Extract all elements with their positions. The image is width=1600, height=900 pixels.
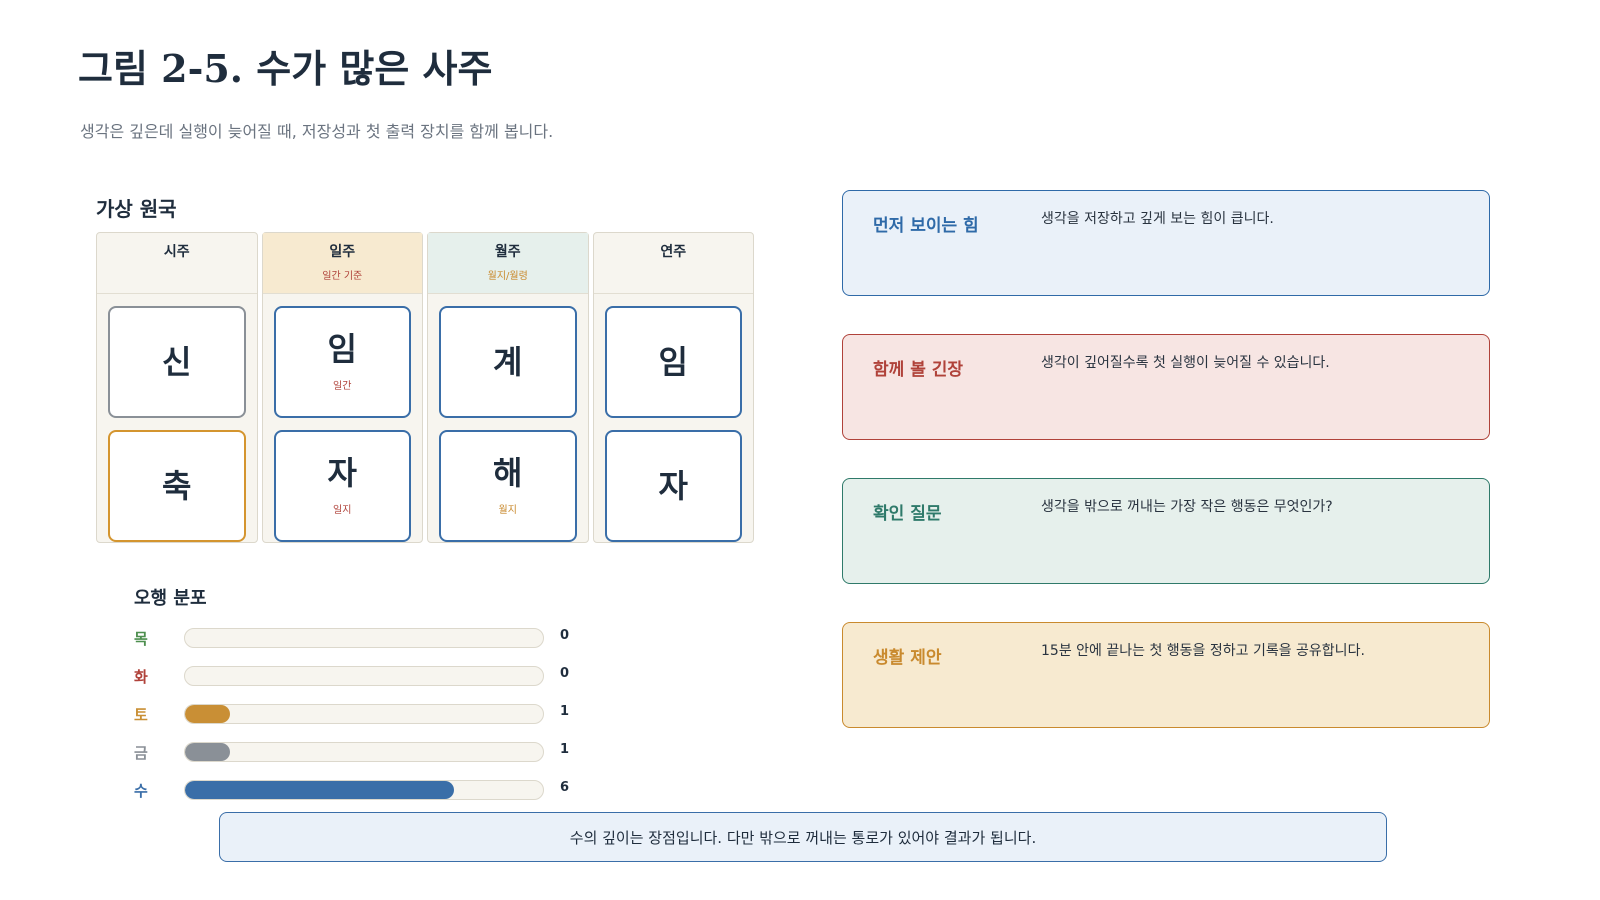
card-question: 확인 질문 생각을 밖으로 꺼내는 가장 작은 행동은 무엇인가? [842, 478, 1490, 584]
stem-cell: 신 [108, 306, 246, 418]
card-label: 확인 질문 [873, 504, 942, 524]
footnote-box: 수의 깊이는 장점입니다. 다만 밖으로 꺼내는 통로가 있어야 결과가 됩니다… [219, 812, 1387, 862]
element-value: 0 [560, 628, 570, 643]
element-row-water: 수 6 [130, 778, 590, 802]
element-value: 1 [560, 704, 570, 719]
element-row-metal: 금 1 [130, 740, 590, 764]
card-text: 15분 안에 끝나는 첫 행동을 정하고 기록을 공유합니다. [1041, 643, 1365, 659]
element-row-earth: 토 1 [130, 702, 590, 726]
branch-glyph: 해 [493, 453, 523, 492]
pillar-hour: 시주 신 축 [96, 232, 258, 543]
card-text: 생각이 깊어질수록 첫 실행이 늦어질 수 있습니다. [1041, 355, 1330, 371]
pillar-note: 일간 기준 [322, 271, 363, 282]
element-bar-track [184, 780, 544, 800]
figure-subtitle: 생각은 깊은데 실행이 늦어질 때, 저장성과 첫 출력 장치를 함께 봅니다. [80, 122, 554, 141]
pillar-header: 일주 일간 기준 [262, 233, 422, 294]
branch-cell: 해 월지 [439, 430, 577, 542]
element-label: 화 [134, 668, 148, 686]
branch-tag: 일지 [333, 504, 352, 516]
stem-glyph: 계 [493, 343, 523, 381]
branch-cell: 축 [108, 430, 246, 542]
stem-glyph: 임 [658, 343, 688, 381]
element-value: 6 [560, 780, 570, 795]
element-value: 0 [560, 666, 570, 681]
pillar-day: 일주 일간 기준 임 일간 자 일지 [261, 232, 423, 543]
stem-tag: 일간 [333, 380, 352, 392]
pillar-name: 월주 [494, 244, 521, 260]
stem-glyph: 임 [327, 329, 357, 368]
stem-glyph: 신 [162, 343, 192, 381]
element-bar-fill [185, 705, 230, 723]
pillar-note: 월지/월령 [487, 271, 528, 282]
card-tension: 함께 볼 긴장 생각이 깊어질수록 첫 실행이 늦어질 수 있습니다. [842, 334, 1490, 440]
element-bar-track [184, 666, 544, 686]
card-text: 생각을 밖으로 꺼내는 가장 작은 행동은 무엇인가? [1041, 499, 1333, 515]
element-label: 목 [134, 630, 148, 648]
footnote-text: 수의 깊이는 장점입니다. 다만 밖으로 꺼내는 통로가 있어야 결과가 됩니다… [569, 828, 1037, 847]
element-bar-track [184, 704, 544, 724]
pillar-header: 연주 [593, 233, 753, 294]
stem-cell: 계 [439, 306, 577, 418]
branch-cell: 자 [604, 430, 742, 542]
element-label: 금 [134, 744, 148, 762]
card-suggestion: 생활 제안 15분 안에 끝나는 첫 행동을 정하고 기록을 공유합니다. [842, 622, 1490, 728]
elements-title: 오행 분포 [134, 588, 207, 609]
card-text: 생각을 저장하고 깊게 보는 힘이 큽니다. [1041, 211, 1274, 227]
pillar-header: 시주 [97, 233, 257, 294]
element-bar-fill [185, 781, 454, 799]
element-bar-track [184, 628, 544, 648]
pillar-name: 연주 [660, 244, 687, 260]
card-strength: 먼저 보이는 힘 생각을 저장하고 깊게 보는 힘이 큽니다. [842, 190, 1490, 296]
element-value: 1 [560, 742, 570, 757]
pillar-name: 일주 [329, 244, 356, 260]
stem-cell: 임 [604, 306, 742, 418]
element-label: 수 [134, 782, 148, 800]
pillar-name: 시주 [163, 244, 190, 260]
card-label: 함께 볼 긴장 [873, 360, 964, 380]
chart-title: 가상 원국 [96, 197, 177, 221]
pillar-year: 연주 임 자 [592, 232, 754, 543]
pillar-header: 월주 월지/월령 [428, 233, 588, 294]
element-row-fire: 화 0 [130, 664, 590, 688]
card-label: 먼저 보이는 힘 [873, 216, 979, 236]
branch-cell: 자 일지 [273, 430, 411, 542]
stem-cell: 임 일간 [273, 306, 411, 418]
element-label: 토 [134, 706, 148, 724]
pillar-table: 시주 신 축 일주 일간 기준 임 일간 자 일지 월주 월지/월령 계 해 월… [96, 232, 754, 543]
branch-glyph: 축 [162, 467, 192, 505]
pillar-month: 월주 월지/월령 계 해 월지 [427, 232, 589, 543]
element-bar-fill [185, 743, 230, 761]
figure-title: 그림 2-5. 수가 많은 사주 [78, 46, 493, 91]
branch-glyph: 자 [327, 453, 357, 492]
branch-glyph: 자 [658, 467, 688, 505]
element-bar-track [184, 742, 544, 762]
card-label: 생활 제안 [873, 648, 942, 668]
branch-tag: 월지 [498, 504, 517, 516]
element-row-wood: 목 0 [130, 626, 590, 650]
